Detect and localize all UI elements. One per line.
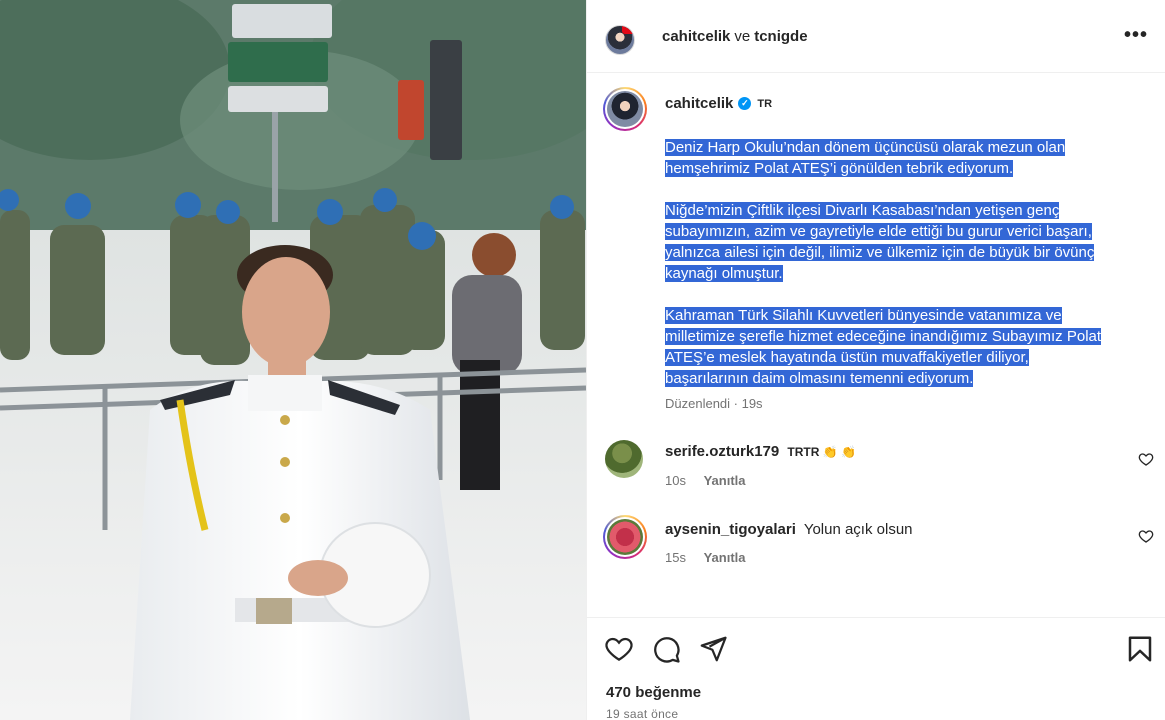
post-photo[interactable] (0, 0, 586, 720)
caption-text: Deniz Harp Okulu’ndan dönem üçüncüsü ola… (665, 137, 1145, 410)
caption-line: kaynağı olmuştur. (665, 265, 783, 282)
caption-line: Niğde’mizin Çiftlik ilçesi Divarlı Kasab… (665, 202, 1060, 219)
caption-username[interactable]: cahitcelik (665, 95, 733, 112)
caption-line: milletimize şerefle hizmet edeceğine ina… (665, 328, 1102, 345)
caption-paragraph: Niğde’mizin Çiftlik ilçesi Divarlı Kasab… (665, 200, 1145, 284)
comment-username[interactable]: aysenin_tigoyalari (665, 521, 796, 538)
comment-item: serife.ozturk179 TRTR 👏 👏 10s Yanıtla (587, 438, 1165, 508)
header-avatar[interactable] (605, 25, 635, 55)
caption-line: subayımızın, azim ve gayretiyle elde ett… (665, 223, 1092, 240)
action-bar: 470 beğenme 19 saat önce (587, 617, 1165, 720)
caption-paragraph: Deniz Harp Okulu’ndan dönem üçüncüsü ola… (665, 137, 1145, 179)
comment-icon[interactable] (651, 634, 681, 664)
comment-avatar[interactable] (603, 515, 647, 559)
comment-body: serife.ozturk179 TRTR 👏 👏 (665, 443, 856, 460)
comment-body: aysenin_tigoyalari Yolun açık olsun (665, 521, 913, 538)
caption-paragraph: Kahraman Türk Silahlı Kuvvetleri bünyesi… (665, 305, 1145, 389)
comment-text: TRTR 👏 👏 (787, 445, 856, 459)
header-collab-link[interactable]: tcnigde (754, 28, 807, 45)
caption-edited-time: Düzenlendi · 19s (665, 396, 763, 411)
bookmark-icon[interactable] (1125, 634, 1155, 664)
comment-like-icon[interactable] (1138, 528, 1154, 544)
comment-time: 10s (665, 473, 686, 488)
post-header: cahitcelik ve tcnigde ••• (587, 0, 1165, 73)
reply-button[interactable]: Yanıtla (704, 473, 746, 488)
caption-line: yalnızca ailesi için değil, ilimiz ve ül… (665, 244, 1095, 261)
comment-time: 15s (665, 550, 686, 565)
heart-icon[interactable] (604, 634, 634, 664)
header-usernames: cahitcelik ve tcnigde (662, 28, 808, 45)
comment-item: aysenin_tigoyalari Yolun açık olsun 15s … (587, 515, 1165, 585)
comment-avatar[interactable] (605, 440, 643, 478)
more-options-button[interactable]: ••• (1124, 24, 1148, 47)
caption-line: Kahraman Türk Silahlı Kuvvetleri bünyesi… (665, 307, 1062, 324)
comment-meta: 15s Yanıtla (665, 550, 746, 565)
caption-tag: TR (757, 97, 773, 110)
header-conjunction: ve (734, 28, 751, 45)
likes-count[interactable]: 470 beğenme (606, 684, 701, 701)
photo-illustration (0, 0, 586, 720)
post-time: 19 saat önce (606, 707, 679, 720)
comment-meta: 10s Yanıtla (665, 473, 746, 488)
caption-line: başarılarının daim olmasını temenni ediy… (665, 370, 974, 387)
comment-like-icon[interactable] (1138, 451, 1154, 467)
caption-avatar[interactable] (603, 87, 647, 131)
share-icon[interactable] (698, 634, 728, 664)
comment-text: Yolun açık olsun (803, 521, 913, 538)
caption-line: hemşehrimiz Polat ATEŞ’i gönülden tebrik… (665, 160, 1014, 177)
post-panel: cahitcelik ve tcnigde ••• cahitcelik ✓ TR … (586, 0, 1165, 720)
reply-button[interactable]: Yanıtla (704, 550, 746, 565)
caption-line: ATEŞ’e meslek hayatında üstün muvaffakiy… (665, 349, 1029, 366)
comment-username[interactable]: serife.ozturk179 (665, 443, 779, 460)
header-user-link[interactable]: cahitcelik (662, 28, 730, 45)
caption-line: Deniz Harp Okulu’ndan dönem üçüncüsü ola… (665, 139, 1066, 156)
caption-header: cahitcelik ✓ TR (665, 95, 772, 112)
verified-badge-icon: ✓ (738, 97, 752, 110)
